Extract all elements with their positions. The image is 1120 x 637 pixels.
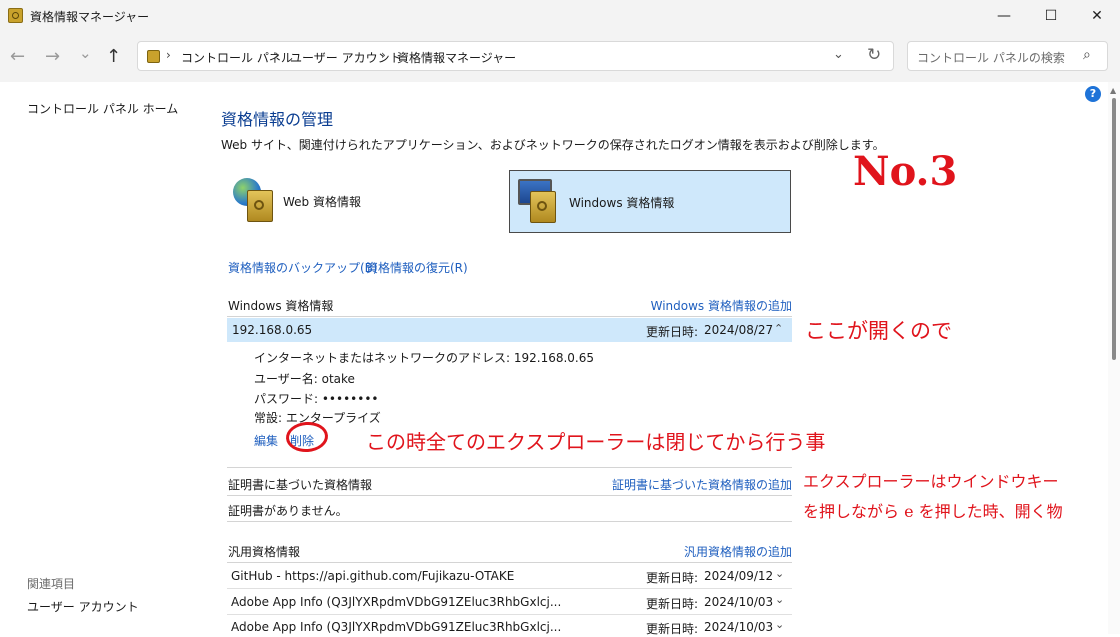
close-button[interactable]: ✕	[1074, 0, 1120, 32]
scroll-up-icon[interactable]: ▲	[1110, 86, 1116, 95]
web-credentials-label: Web 資格情報	[283, 195, 361, 209]
modified-date: 2024/10/03	[704, 595, 774, 609]
modified-date: 2024/09/12	[704, 569, 774, 583]
add-certificate-credential-link[interactable]: 証明書に基づいた資格情報の追加	[562, 476, 792, 493]
explorer-hint-line2: を押しながら e を押した時、開く物	[803, 502, 1063, 521]
page-title: 資格情報の管理	[221, 110, 334, 129]
modified-date-label: 更新日時:	[646, 571, 699, 585]
detail-username: ユーザー名: otake	[254, 372, 355, 386]
control-panel-icon	[147, 50, 160, 63]
credential-name[interactable]: Adobe App Info (Q3JlYXRpdmVDbG91ZEluc3Rh…	[231, 620, 561, 634]
refresh-icon[interactable]: ↻	[867, 45, 881, 65]
vault-icon	[247, 190, 273, 222]
credential-name: 192.168.0.65	[232, 323, 313, 337]
modified-date-label: 更新日時:	[646, 597, 699, 611]
scroll-thumb[interactable]	[1112, 98, 1116, 360]
credential-manager-icon	[8, 8, 23, 23]
windows-credentials-heading: Windows 資格情報	[228, 299, 334, 313]
windows-credentials-label: Windows 資格情報	[569, 196, 675, 210]
restore-credentials-link[interactable]: 資格情報の復元(R)	[366, 259, 468, 276]
row-divider	[227, 614, 792, 615]
maximize-button[interactable]: ☐	[1028, 0, 1074, 32]
add-windows-credential-link[interactable]: Windows 資格情報の追加	[592, 297, 792, 314]
add-generic-credential-link[interactable]: 汎用資格情報の追加	[592, 543, 792, 560]
close-explorers-annotation: この時全てのエクスプローラーは閉じてから行う事	[366, 430, 826, 454]
user-accounts-link[interactable]: ユーザー アカウント	[27, 598, 139, 615]
search-placeholder: コントロール パネルの検索	[917, 51, 1065, 65]
modified-date: 2024/08/27	[704, 323, 774, 337]
section-divider	[227, 521, 792, 522]
address-bar[interactable]: › コントロール パネル › ユーザー アカウント › 資格情報マネージャー ⌄…	[137, 41, 894, 71]
recent-locations-button[interactable]: ⌄	[79, 44, 92, 62]
vault-icon	[530, 191, 556, 223]
section-divider	[227, 467, 792, 468]
chevron-down-icon[interactable]: ⌄	[775, 618, 784, 631]
windows-credentials-tile[interactable]: Windows 資格情報	[509, 170, 791, 233]
generic-credentials-heading: 汎用資格情報	[228, 545, 301, 559]
chevron-up-icon[interactable]: ⌃	[774, 322, 783, 335]
page-description: Web サイト、関連付けられたアプリケーション、およびネットワークの保存されたロ…	[221, 138, 885, 152]
section-divider	[227, 562, 792, 563]
search-icon[interactable]: ⌕	[1083, 47, 1091, 63]
credential-row-expanded[interactable]: 192.168.0.65 更新日時: 2024/08/27 ⌃	[227, 318, 792, 342]
opens-here-annotation: ここが開くので	[805, 319, 952, 343]
chevron-down-icon[interactable]: ⌄	[775, 567, 784, 580]
up-button[interactable]: ↑	[106, 46, 121, 67]
back-button[interactable]: ←	[10, 46, 25, 67]
help-icon[interactable]: ?	[1085, 86, 1101, 102]
certificate-credentials-heading: 証明書に基づいた資格情報	[228, 478, 373, 492]
modified-date: 2024/10/03	[704, 620, 774, 634]
detail-address: インターネットまたはネットワークのアドレス: 192.168.0.65	[254, 351, 595, 365]
section-divider	[227, 316, 792, 317]
related-header: 関連項目	[27, 577, 76, 591]
credential-name[interactable]: GitHub - https://api.github.com/Fujikazu…	[231, 569, 514, 583]
forward-button[interactable]: →	[45, 46, 60, 67]
web-credentials-tile[interactable]: Web 資格情報	[227, 170, 507, 233]
credential-name[interactable]: Adobe App Info (Q3JlYXRpdmVDbG91ZEluc3Rh…	[231, 595, 561, 609]
chevron-down-icon[interactable]: ⌄	[833, 47, 844, 62]
explorer-hint-line1: エクスプローラーはウインドウキー	[803, 472, 1059, 491]
breadcrumb-separator: ›	[275, 48, 280, 62]
breadcrumb-separator: ›	[166, 48, 171, 62]
breadcrumb-credential-manager[interactable]: 資格情報マネージャー	[397, 49, 516, 66]
section-divider	[227, 495, 792, 496]
detail-password: パスワード: ••••••••	[254, 392, 379, 406]
search-box[interactable]: コントロール パネルの検索 ⌕	[907, 41, 1108, 71]
backup-credentials-link[interactable]: 資格情報のバックアップ(B)	[228, 259, 378, 276]
chevron-down-icon[interactable]: ⌄	[775, 593, 784, 606]
breadcrumb-separator: ›	[381, 48, 386, 62]
edit-link[interactable]: 編集	[254, 432, 278, 449]
control-panel-home-link[interactable]: コントロール パネル ホーム	[27, 100, 178, 117]
modified-date-label: 更新日時:	[646, 325, 699, 339]
no-certificates-text: 証明書がありません。	[228, 504, 348, 518]
step-number-annotation: No.3	[853, 148, 958, 195]
minimize-button[interactable]: —	[981, 0, 1027, 32]
title-bar	[0, 0, 1120, 32]
modified-date-label: 更新日時:	[646, 622, 699, 636]
window-title: 資格情報マネージャー	[30, 10, 150, 24]
row-divider	[227, 588, 792, 589]
